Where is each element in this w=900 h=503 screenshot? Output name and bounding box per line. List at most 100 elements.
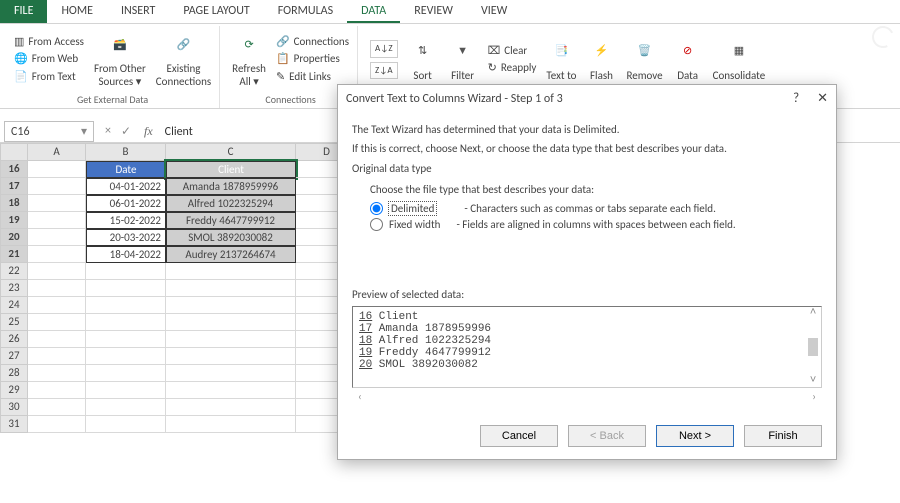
cell[interactable] [86, 263, 166, 280]
cell[interactable] [28, 263, 86, 280]
cell[interactable] [86, 280, 166, 297]
col-header-A[interactable]: A [28, 143, 86, 161]
row-header[interactable]: 20 [0, 229, 28, 246]
scroll-down-icon[interactable]: ˅ [810, 375, 817, 387]
cell[interactable] [86, 297, 166, 314]
cell[interactable]: Amanda 1878959996 [166, 178, 296, 195]
help-icon[interactable]: ? [793, 91, 799, 106]
cell[interactable] [86, 382, 166, 399]
row-header[interactable]: 17 [0, 178, 28, 195]
cancel-edit-icon[interactable]: × [105, 124, 111, 139]
cell[interactable] [86, 331, 166, 348]
finish-button[interactable]: Finish [744, 425, 822, 447]
cell[interactable] [28, 280, 86, 297]
row-header[interactable]: 16 [0, 161, 28, 178]
cell[interactable] [28, 195, 86, 212]
refresh-all-button[interactable]: ⟳Refresh All ▾ [232, 30, 266, 88]
from-text-button[interactable]: 📄From Text [14, 69, 84, 85]
row-header[interactable]: 27 [0, 348, 28, 365]
delimited-radio[interactable] [370, 202, 383, 215]
tab-file[interactable]: FILE [0, 0, 47, 23]
cancel-button[interactable]: Cancel [480, 425, 558, 447]
col-header-B[interactable]: B [86, 143, 166, 161]
tab-review[interactable]: REVIEW [400, 0, 467, 23]
row-header[interactable]: 31 [0, 416, 28, 433]
cell[interactable]: 04-01-2022 [86, 178, 166, 195]
row-header[interactable]: 21 [0, 246, 28, 263]
cell[interactable] [166, 416, 296, 433]
cell[interactable] [166, 382, 296, 399]
cell[interactable]: SMOL 3892030082 [166, 229, 296, 246]
back-button[interactable]: < Back [568, 425, 646, 447]
cell[interactable] [166, 263, 296, 280]
cell[interactable] [166, 280, 296, 297]
cell[interactable]: Freddy 4647799912 [166, 212, 296, 229]
tab-data[interactable]: DATA [347, 0, 400, 23]
cell[interactable]: Audrey 2137264674 [166, 246, 296, 263]
remove-button[interactable]: 🗑️Remove [626, 37, 662, 83]
text-to-columns-button[interactable]: 📑Text to [546, 37, 576, 83]
row-header[interactable]: 26 [0, 331, 28, 348]
flash-fill-button[interactable]: ⚡Flash [586, 37, 616, 83]
cell[interactable] [86, 348, 166, 365]
cell[interactable] [28, 331, 86, 348]
cell[interactable] [28, 297, 86, 314]
cell[interactable]: Date [86, 161, 166, 178]
accept-edit-icon[interactable]: ✓ [121, 124, 131, 139]
cell[interactable] [28, 382, 86, 399]
row-header[interactable]: 25 [0, 314, 28, 331]
cell[interactable] [86, 314, 166, 331]
properties-button[interactable]: 📋Properties [276, 51, 349, 67]
consolidate-button[interactable]: ▦Consolidate [713, 37, 766, 83]
cell[interactable]: 15-02-2022 [86, 212, 166, 229]
cell[interactable] [166, 314, 296, 331]
tab-page-layout[interactable]: PAGE LAYOUT [169, 0, 263, 23]
edit-links-button[interactable]: ✎Edit Links [276, 69, 349, 85]
cell[interactable] [28, 212, 86, 229]
row-header[interactable]: 18 [0, 195, 28, 212]
tab-formulas[interactable]: FORMULAS [264, 0, 347, 23]
data-val-button[interactable]: ⊘Data [673, 37, 703, 83]
row-header[interactable]: 24 [0, 297, 28, 314]
sort-az-button[interactable]: A↓Z [370, 40, 398, 58]
cell[interactable] [28, 229, 86, 246]
chevron-down-icon[interactable]: ▾ [81, 124, 87, 139]
connections-button[interactable]: 🔗Connections [276, 34, 349, 50]
cell[interactable]: 18-04-2022 [86, 246, 166, 263]
cell[interactable] [166, 365, 296, 382]
cell[interactable] [28, 314, 86, 331]
reapply-button[interactable]: ↻Reapply [488, 60, 537, 76]
cell[interactable]: 06-01-2022 [86, 195, 166, 212]
scroll-left-icon[interactable]: ‹ [358, 390, 362, 403]
cell[interactable] [28, 178, 86, 195]
existing-connections-button[interactable]: 🔗Existing Connections [156, 30, 211, 88]
row-header[interactable]: 30 [0, 399, 28, 416]
tab-home[interactable]: HOME [47, 0, 107, 23]
cell[interactable]: Alfred 1022325294 [166, 195, 296, 212]
cell[interactable] [166, 399, 296, 416]
col-header-C[interactable]: C [166, 143, 296, 161]
from-access-button[interactable]: ▥From Access [14, 34, 84, 50]
cell[interactable] [28, 399, 86, 416]
cell[interactable] [28, 365, 86, 382]
filter-button[interactable]: ▼Filter [448, 37, 478, 83]
tab-view[interactable]: VIEW [467, 0, 521, 23]
cell[interactable] [28, 416, 86, 433]
from-other-sources-button[interactable]: 🗃️From Other Sources ▾ [94, 30, 146, 88]
cell[interactable] [28, 161, 86, 178]
clear-button[interactable]: ⌧Clear [488, 43, 537, 59]
row-header[interactable]: 19 [0, 212, 28, 229]
sort-za-button[interactable]: Z↓A [370, 62, 398, 80]
fx-icon[interactable]: fx [144, 124, 153, 139]
cell[interactable] [166, 297, 296, 314]
cell[interactable]: Client [166, 161, 296, 178]
cell[interactable]: 20-03-2022 [86, 229, 166, 246]
fixed-width-radio[interactable] [370, 218, 383, 231]
close-icon[interactable]: ✕ [817, 91, 828, 106]
cell[interactable] [86, 365, 166, 382]
cell[interactable] [86, 399, 166, 416]
tab-insert[interactable]: INSERT [107, 0, 169, 23]
sort-button[interactable]: ⇅Sort [408, 37, 438, 83]
scroll-up-icon[interactable]: ˄ [810, 307, 817, 319]
row-header[interactable]: 22 [0, 263, 28, 280]
